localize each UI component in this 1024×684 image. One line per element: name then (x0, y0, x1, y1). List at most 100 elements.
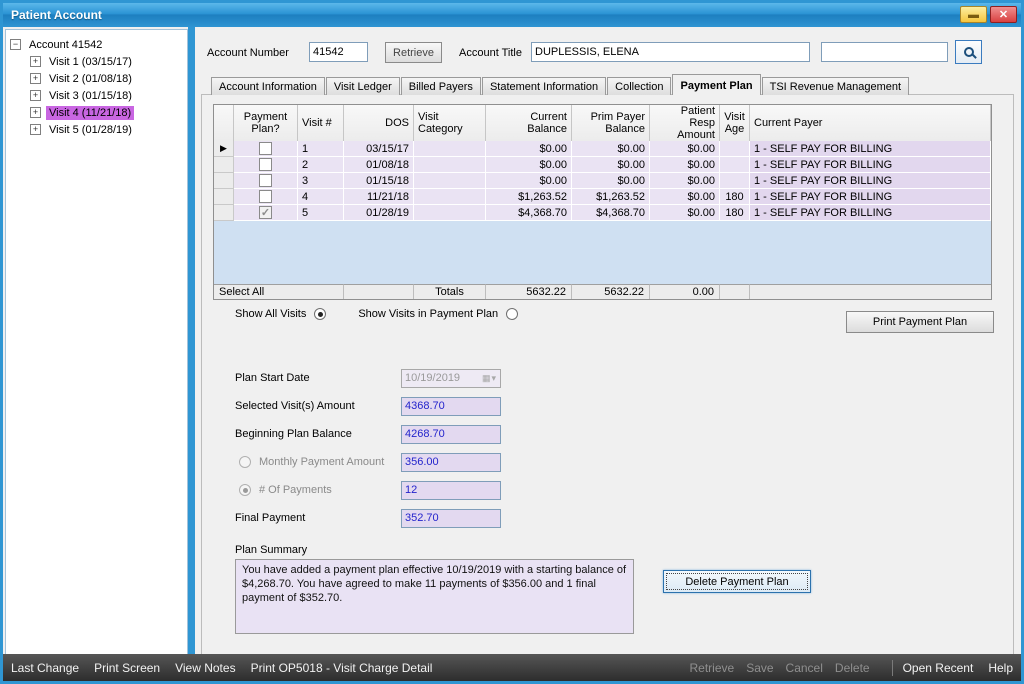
col-header-visit-category[interactable]: Visit Category (414, 105, 486, 142)
num-payments-radio[interactable] (239, 484, 251, 496)
show-visits-in-plan-radio[interactable] (506, 308, 518, 320)
patient-account-window: Patient Account ▬ ✕ − Account 41542 + Vi… (0, 0, 1024, 684)
col-header-current-payer[interactable]: Current Payer (750, 105, 991, 142)
expand-icon[interactable]: + (30, 56, 41, 67)
tree-item-label-selected[interactable]: Visit 4 (11/21/18) (46, 106, 134, 120)
help-button[interactable]: Help (988, 661, 1013, 675)
final-payment-field[interactable]: 352.70 (401, 509, 501, 528)
grid-header-row: Payment Plan? Visit # DOS Visit Category… (214, 105, 991, 141)
patient-resp-cell: $0.00 (650, 189, 720, 205)
delete-payment-plan-button[interactable]: Delete Payment Plan (663, 570, 811, 593)
expand-icon[interactable]: + (30, 107, 41, 118)
payment-plan-cell[interactable] (234, 157, 298, 173)
view-notes-button[interactable]: View Notes (175, 661, 235, 675)
show-all-visits-label: Show All Visits (235, 308, 306, 320)
panel-divider (188, 27, 195, 656)
search-input[interactable] (821, 42, 948, 62)
payment-plan-checkbox[interactable] (259, 190, 272, 203)
col-header-prim-payer-balance[interactable]: Prim Payer Balance (572, 105, 650, 142)
retrieve-status-button: Retrieve (690, 661, 735, 675)
tree-item-label[interactable]: Visit 3 (01/15/18) (46, 89, 135, 103)
num-payments-field[interactable]: 12 (401, 481, 501, 500)
payment-plan-cell[interactable] (234, 205, 298, 221)
tab-collection[interactable]: Collection (607, 77, 671, 95)
select-all-button[interactable]: Select All (214, 284, 344, 299)
prim-payer-balance-cell: $4,368.70 (572, 205, 650, 221)
tab-statement-information[interactable]: Statement Information (482, 77, 606, 95)
row-selector[interactable]: ▶ (214, 141, 234, 157)
tree-item-visit-5[interactable]: + Visit 5 (01/28/19) (10, 121, 183, 138)
tree-root-label[interactable]: Account 41542 (26, 38, 105, 52)
tree-item-label[interactable]: Visit 1 (03/15/17) (46, 55, 135, 69)
minimize-button[interactable]: ▬ (960, 6, 987, 23)
print-screen-button[interactable]: Print Screen (94, 661, 160, 675)
prim-payer-balance-cell: $1,263.52 (572, 189, 650, 205)
account-number-input[interactable] (309, 42, 368, 62)
tree-item-visit-4[interactable]: + Visit 4 (11/21/18) (10, 104, 183, 121)
print-payment-plan-button[interactable]: Print Payment Plan (846, 311, 994, 333)
payment-plan-checkbox[interactable] (259, 174, 272, 187)
print-visit-charge-detail-button[interactable]: Print OP5018 - Visit Charge Detail (251, 661, 433, 675)
search-button[interactable] (955, 40, 982, 64)
tab-tsi-revenue-management[interactable]: TSI Revenue Management (762, 77, 909, 95)
selected-amount-field[interactable]: 4368.70 (401, 397, 501, 416)
grid-row[interactable]: ▶ 1 03/15/17 $0.00 $0.00 $0.00 1 - SELF … (214, 141, 991, 157)
last-change-button[interactable]: Last Change (11, 661, 79, 675)
payment-plan-checkbox[interactable] (259, 206, 272, 219)
monthly-payment-field[interactable]: 356.00 (401, 453, 501, 472)
footer-spacer (344, 284, 414, 299)
tree-item-label[interactable]: Visit 2 (01/08/18) (46, 72, 135, 86)
tree-root[interactable]: − Account 41542 (10, 36, 183, 53)
num-payments-label: # Of Payments (259, 484, 332, 496)
visit-filter-options: Show All Visits Show Visits in Payment P… (235, 308, 518, 320)
tab-payment-plan[interactable]: Payment Plan (672, 74, 760, 95)
tree-item-visit-1[interactable]: + Visit 1 (03/15/17) (10, 53, 183, 70)
patient-resp-cell: $0.00 (650, 173, 720, 189)
beginning-balance-field[interactable]: 4268.70 (401, 425, 501, 444)
payment-plan-checkbox[interactable] (259, 142, 272, 155)
current-payer-cell: 1 - SELF PAY FOR BILLING (750, 189, 991, 205)
grid-row[interactable]: 4 11/21/18 $1,263.52 $1,263.52 $0.00 180… (214, 189, 991, 205)
account-title-input[interactable] (531, 42, 810, 62)
plan-start-date-picker[interactable]: 10/19/2019 ▦▾ (401, 369, 501, 388)
payment-plan-cell[interactable] (234, 141, 298, 157)
col-header-patient-resp-amount[interactable]: Patient Resp Amount (650, 105, 720, 142)
collapse-icon[interactable]: − (10, 39, 21, 50)
row-selector[interactable] (214, 205, 234, 221)
row-selector[interactable] (214, 157, 234, 173)
col-header-dos[interactable]: DOS (344, 105, 414, 142)
show-all-visits-radio[interactable] (314, 308, 326, 320)
row-selector[interactable] (214, 173, 234, 189)
tab-account-information[interactable]: Account Information (211, 77, 325, 95)
grid-row[interactable]: 2 01/08/18 $0.00 $0.00 $0.00 1 - SELF PA… (214, 157, 991, 173)
payment-plan-checkbox[interactable] (259, 158, 272, 171)
payment-plan-cell[interactable] (234, 173, 298, 189)
tab-billed-payers[interactable]: Billed Payers (401, 77, 481, 95)
monthly-payment-radio[interactable] (239, 456, 251, 468)
totals-label: Totals (414, 284, 486, 299)
tree-item-visit-2[interactable]: + Visit 2 (01/08/18) (10, 70, 183, 87)
dos-cell: 01/28/19 (344, 205, 414, 221)
open-recent-button[interactable]: Open Recent (903, 661, 974, 675)
payment-plan-cell[interactable] (234, 189, 298, 205)
expand-icon[interactable]: + (30, 124, 41, 135)
expand-icon[interactable]: + (30, 73, 41, 84)
col-header-visit[interactable]: Visit # (298, 105, 344, 142)
retrieve-button[interactable]: Retrieve (385, 42, 442, 63)
visit-category-cell (414, 173, 486, 189)
col-header-current-balance[interactable]: Current Balance (486, 105, 572, 142)
title-bar: Patient Account ▬ ✕ (3, 3, 1021, 27)
tree-item-label[interactable]: Visit 5 (01/28/19) (46, 123, 135, 137)
visits-grid: Payment Plan? Visit # DOS Visit Category… (213, 104, 992, 300)
expand-icon[interactable]: + (30, 90, 41, 101)
visit-cell: 2 (298, 157, 344, 173)
tab-visit-ledger[interactable]: Visit Ledger (326, 77, 400, 95)
grid-row[interactable]: 5 01/28/19 $4,368.70 $4,368.70 $0.00 180… (214, 205, 991, 221)
close-button[interactable]: ✕ (990, 6, 1017, 23)
row-selector[interactable] (214, 189, 234, 205)
grid-row[interactable]: 3 01/15/18 $0.00 $0.00 $0.00 1 - SELF PA… (214, 173, 991, 189)
col-header-visit-age[interactable]: Visit Age (720, 105, 750, 142)
tree-item-visit-3[interactable]: + Visit 3 (01/15/18) (10, 87, 183, 104)
calendar-dropdown-icon[interactable]: ▦▾ (482, 370, 497, 387)
col-header-payment-plan[interactable]: Payment Plan? (234, 105, 298, 142)
